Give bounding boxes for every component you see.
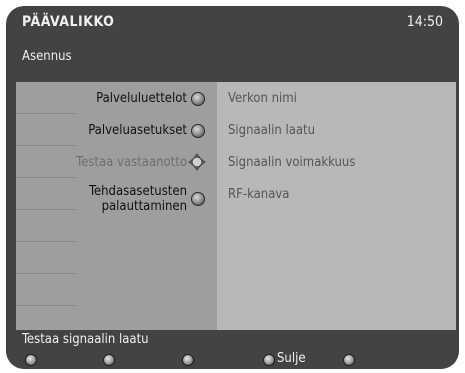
status-hint: Testaa signaalin laatu xyxy=(22,332,149,347)
menu-item-testaa-vastaanotto[interactable]: Testaa vastaanotto xyxy=(76,155,187,170)
info-rf-channel: RF-kanava xyxy=(228,187,290,202)
tv-menu-screen: PÄÄVALIKKO 14:50 Asennus Palveluluettelo… xyxy=(6,6,459,369)
row-divider xyxy=(16,113,76,114)
menu-item-palveluluettelot[interactable]: Palveluluettelot xyxy=(96,91,187,106)
navigation-arrows-icon xyxy=(188,153,206,171)
green-key-icon[interactable] xyxy=(103,354,115,366)
title-bar: PÄÄVALIKKO 14:50 xyxy=(6,6,459,38)
menu-bullet-icon xyxy=(191,124,205,138)
menu-panel: Palveluluettelot Palveluasetukset Testaa… xyxy=(16,82,217,330)
blue-key-icon[interactable] xyxy=(263,354,275,366)
yellow-key-icon[interactable] xyxy=(182,354,194,366)
row-divider xyxy=(16,273,76,274)
info-signal-strength: Signaalin voimakkuus xyxy=(228,155,356,170)
info-network-name: Verkon nimi xyxy=(228,91,297,106)
row-divider xyxy=(16,305,76,306)
menu-item-palveluasetukset[interactable]: Palveluasetukset xyxy=(88,123,187,138)
row-divider xyxy=(16,177,76,178)
info-signal-quality: Signaalin laatu xyxy=(228,123,316,138)
row-divider xyxy=(16,145,76,146)
red-key-icon[interactable] xyxy=(25,354,37,366)
menu-item-tehdasasetusten-palauttaminen[interactable]: Tehdasasetusten palauttaminen xyxy=(47,184,187,214)
white-key-icon[interactable] xyxy=(343,354,355,366)
info-panel: Verkon nimi Signaalin laatu Signaalin vo… xyxy=(217,82,456,330)
clock: 14:50 xyxy=(406,14,443,30)
menu-title: PÄÄVALIKKO xyxy=(22,14,115,30)
menu-bullet-icon xyxy=(191,192,205,206)
color-key-bar: Sulje xyxy=(6,348,459,368)
close-button[interactable]: Sulje xyxy=(277,351,306,366)
menu-bullet-icon xyxy=(191,92,205,106)
row-divider xyxy=(16,241,76,242)
section-title: Asennus xyxy=(22,49,72,64)
